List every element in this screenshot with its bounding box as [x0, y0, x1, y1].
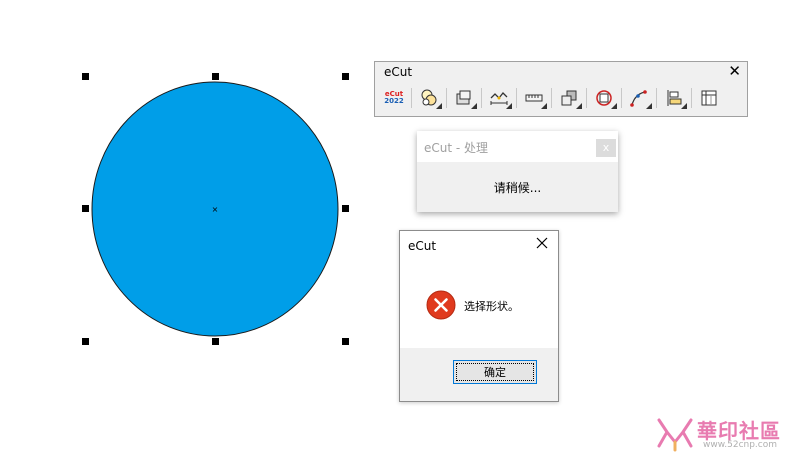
toolbar-separator: [481, 88, 482, 108]
ok-button-focus-ring: [456, 363, 534, 381]
watermark: 華印社區 www.52cnp.com: [655, 412, 787, 452]
box-tools-button[interactable]: [453, 87, 477, 109]
toolbar-separator: [551, 88, 552, 108]
processing-dialog: eCut - 处理 x 请稍候...: [417, 131, 618, 212]
toolbar-separator: [516, 88, 517, 108]
layers-button[interactable]: [558, 87, 582, 109]
toolbar-separator: [621, 88, 622, 108]
watermark-url: www.52cnp.com: [703, 440, 778, 450]
ecut-logo-icon: eCut 2022: [384, 90, 404, 105]
selection-handle-top-center[interactable]: [212, 73, 219, 80]
message-box-text: 选择形状。: [464, 300, 519, 313]
center-marker: ×: [212, 205, 219, 214]
selection-handle-middle-right[interactable]: [342, 205, 349, 212]
contour-button[interactable]: [593, 87, 617, 109]
toolbar-close-button[interactable]: ✕: [728, 62, 741, 80]
message-box-close-icon[interactable]: [534, 235, 550, 251]
shape-tools-button[interactable]: [418, 87, 442, 109]
toolbar-separator: [656, 88, 657, 108]
selection-handle-bottom-right[interactable]: [342, 338, 349, 345]
toolbar-separator: [586, 88, 587, 108]
message-box-footer: 确定: [400, 348, 558, 401]
processing-dialog-close-button[interactable]: x: [596, 139, 616, 157]
watermark-logo-icon: [657, 418, 693, 452]
selection-handle-bottom-center[interactable]: [212, 338, 219, 345]
toolbar-separator: [691, 88, 692, 108]
ecut-logo-button[interactable]: eCut 2022: [383, 87, 405, 109]
message-box-title: eCut: [408, 239, 437, 253]
processing-dialog-title: eCut - 处理: [424, 141, 489, 155]
table-icon: [701, 90, 717, 106]
ok-button[interactable]: 确定: [453, 360, 537, 384]
table-button[interactable]: [698, 87, 720, 109]
toolbar-separator: [446, 88, 447, 108]
selection-handle-top-left[interactable]: [82, 73, 89, 80]
align-button[interactable]: [663, 87, 687, 109]
ruler-button[interactable]: [523, 87, 547, 109]
dimension-button[interactable]: [488, 87, 512, 109]
toolbar-title: eCut: [384, 65, 413, 79]
processing-message: 请稍候...: [493, 181, 542, 195]
toolbar-separator: [411, 88, 412, 108]
error-icon: [426, 290, 456, 320]
ecut-toolbar: eCut ✕ eCut 2022: [374, 61, 748, 117]
processing-dialog-header: eCut - 处理 x: [417, 131, 618, 162]
selection-handle-middle-left[interactable]: [82, 205, 89, 212]
toolbar-buttons: eCut 2022: [383, 87, 720, 109]
selection-handle-bottom-left[interactable]: [82, 338, 89, 345]
error-message-box: eCut 选择形状。 确定: [399, 230, 559, 402]
selection-handle-top-right[interactable]: [342, 73, 349, 80]
node-button[interactable]: [628, 87, 652, 109]
